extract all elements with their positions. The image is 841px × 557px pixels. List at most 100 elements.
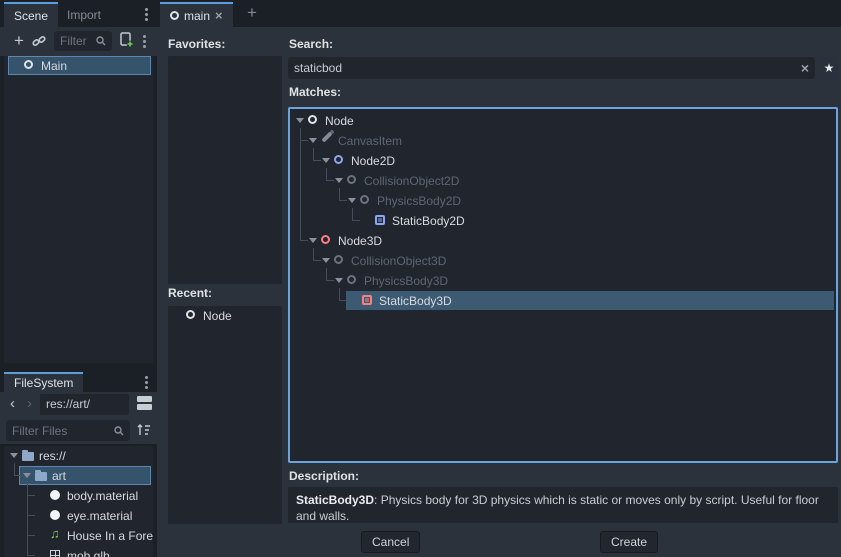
tree-guide-line	[339, 300, 347, 301]
node-search-box[interactable]: ×	[288, 57, 815, 79]
tab-main-scene[interactable]: main ×	[160, 2, 233, 27]
circle-icon	[24, 60, 33, 69]
tree-item-label: CanvasItem	[338, 134, 402, 148]
scene-filter-box[interactable]	[54, 31, 112, 51]
tab-import[interactable]: Import	[57, 2, 111, 27]
circle-icon	[347, 175, 356, 184]
filter-files-box[interactable]	[6, 420, 130, 441]
tree-item-node2d[interactable]: Node2D	[290, 151, 836, 171]
tree-guide-line	[339, 200, 347, 201]
close-tab-icon[interactable]: ×	[215, 8, 223, 23]
chevron-down-icon[interactable]	[348, 198, 356, 203]
recent-list: Node	[168, 306, 282, 524]
tab-import-label: Import	[67, 8, 101, 22]
music-icon: ♫	[50, 529, 60, 539]
tab-scene[interactable]: Scene	[4, 2, 58, 27]
tree-item-label: StaticBody2D	[392, 214, 465, 228]
scene-filter-input[interactable]	[60, 34, 91, 48]
chevron-down-icon[interactable]	[309, 238, 317, 243]
matches-tree: NodeCanvasItemNode2DCollisionObject2DPhy…	[290, 111, 836, 463]
tree-item-label: Node3D	[338, 234, 382, 248]
matches-panel: NodeCanvasItemNode2DCollisionObject2DPhy…	[288, 107, 838, 463]
tree-item-collisionobject3d[interactable]: CollisionObject3D	[290, 251, 836, 271]
scene-dock-tabbar: Scene Import	[0, 0, 157, 27]
chevron-down-icon[interactable]	[335, 178, 343, 183]
tree-guide-line	[326, 280, 334, 281]
tree-item-staticbody2d[interactable]: StaticBody2D	[290, 211, 836, 231]
tree-guide-line	[27, 515, 35, 516]
attach-script-icon[interactable]	[119, 32, 134, 48]
instance-scene-icon[interactable]	[32, 34, 46, 48]
circle-icon	[334, 255, 343, 264]
box-icon	[362, 295, 372, 305]
favorites-label: Favorites:	[168, 37, 225, 51]
forward-icon[interactable]: ›	[27, 395, 32, 412]
tree-item-collisionobject2d[interactable]: CollisionObject2D	[290, 171, 836, 191]
tree-item-canvasitem[interactable]: CanvasItem	[290, 131, 836, 151]
filter-files-input[interactable]	[12, 424, 109, 438]
tree-guide-line	[300, 128, 301, 240]
toggle-split-mode-icon[interactable]	[137, 396, 152, 410]
chevron-down-icon[interactable]	[322, 158, 330, 163]
chevron-down-icon[interactable]	[309, 138, 317, 143]
tree-item-label: res://	[39, 449, 66, 463]
tree-item-label: PhysicsBody3D	[364, 274, 448, 288]
back-icon[interactable]: ‹	[10, 395, 15, 412]
tree-guide-line	[339, 288, 340, 300]
filesystem-menu-icon[interactable]	[139, 372, 153, 392]
scene-icon	[170, 11, 179, 20]
chevron-down-icon[interactable]	[335, 278, 343, 283]
cancel-label: Cancel	[372, 535, 409, 549]
scene-dock: Scene Import +	[0, 0, 157, 367]
favorite-toggle-button[interactable]: ★	[820, 57, 838, 79]
tree-item-staticbody3d[interactable]: StaticBody3D	[290, 291, 836, 311]
tree-guide-line	[326, 168, 327, 180]
create-label: Create	[611, 535, 647, 549]
chevron-down-icon[interactable]	[10, 453, 18, 458]
chevron-down-icon[interactable]	[23, 473, 31, 478]
filesystem-dock: FileSystem ‹ › res://art/	[0, 370, 157, 557]
cancel-button[interactable]: Cancel	[361, 531, 420, 553]
tab-main-label: main	[184, 9, 210, 23]
tree-item-label: eye.material	[67, 509, 132, 523]
path-breadcrumb[interactable]: res://art/	[40, 394, 129, 415]
tree-guide-line	[326, 268, 327, 280]
tab-scene-label: Scene	[14, 9, 48, 23]
scene-dock-menu-icon[interactable]	[139, 4, 153, 24]
sphere-icon	[50, 490, 60, 500]
tab-filesystem[interactable]: FileSystem	[4, 372, 83, 392]
scene-toolbar-menu-icon[interactable]	[137, 31, 151, 51]
path-text: res://art/	[46, 397, 90, 411]
tree-item-node[interactable]: Node	[290, 111, 836, 131]
tree-item-physicsbody2d[interactable]: PhysicsBody2D	[290, 191, 836, 211]
add-node-icon[interactable]: +	[10, 31, 28, 51]
filesystem-tree: res://artbody.materialeye.material♫House…	[4, 446, 153, 557]
tree-item-label: House In a Forest Lo	[67, 529, 153, 543]
circle-icon	[321, 235, 330, 244]
add-scene-tab-icon[interactable]: +	[247, 3, 257, 23]
circle-icon	[308, 115, 317, 124]
tree-guide-line	[352, 208, 353, 220]
tree-item-node[interactable]: Node	[168, 306, 282, 326]
tree-item-main[interactable]: Main	[4, 56, 153, 76]
clear-search-icon[interactable]: ×	[801, 60, 809, 76]
create-button[interactable]: Create	[600, 531, 658, 553]
chevron-down-icon[interactable]	[322, 258, 330, 263]
scene-toolbar: +	[0, 27, 157, 56]
tab-filesystem-label: FileSystem	[14, 376, 73, 390]
tree-guide-line	[352, 220, 360, 221]
tree-item-res-[interactable]: res://	[4, 446, 153, 466]
favorites-list[interactable]	[168, 56, 282, 284]
tree-item-label: Node	[203, 309, 232, 323]
sort-files-icon[interactable]	[137, 423, 151, 440]
chevron-down-icon[interactable]	[296, 118, 304, 123]
tree-item-label: Node2D	[351, 154, 395, 168]
matches-label: Matches:	[289, 85, 341, 99]
tree-guide-line	[27, 535, 35, 536]
tree-item-label: StaticBody3D	[379, 294, 452, 308]
folder-icon	[35, 472, 47, 481]
tree-item-physicsbody3d[interactable]: PhysicsBody3D	[290, 271, 836, 291]
tree-guide-line	[14, 475, 22, 476]
node-search-input[interactable]	[294, 61, 796, 75]
tree-item-node3d[interactable]: Node3D	[290, 231, 836, 251]
